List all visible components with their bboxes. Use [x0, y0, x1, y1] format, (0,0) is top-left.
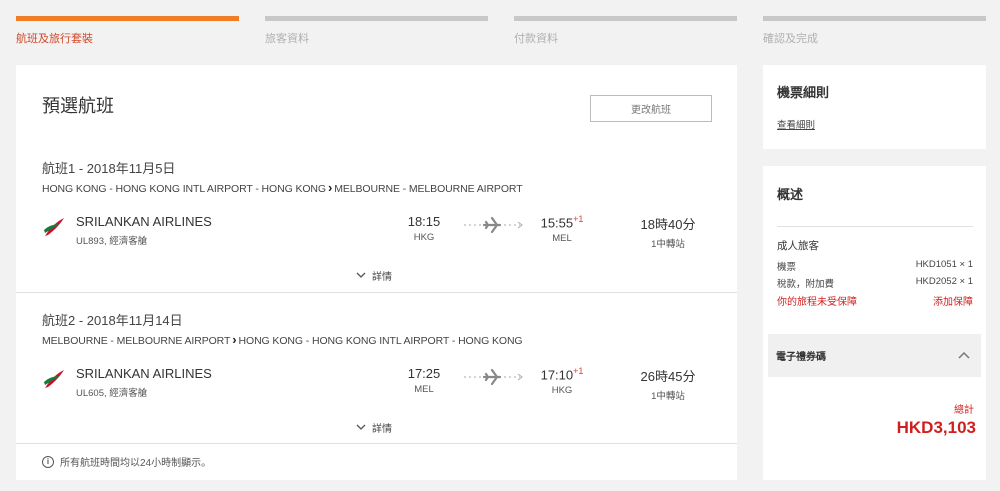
booking-progress: 航班及旅行套裝 旅客資料 付款資料 確認及完成 — [16, 16, 988, 46]
route-origin: MELBOURNE - MELBOURNE AIRPORT — [42, 335, 231, 347]
footnote-text: 所有航班時間均以24小時制顯示。 — [60, 458, 212, 469]
arrival: 17:10+1 HKG — [532, 366, 592, 396]
arrival-time: 17:10+1 — [540, 366, 584, 383]
duration: 18時40分 1中轉站 — [628, 214, 708, 250]
chevron-right-icon: › — [328, 180, 333, 195]
flight-number: UL893, 經濟客艙 — [76, 236, 148, 247]
chevron-down-icon — [356, 272, 366, 278]
route-destination: MELBOURNE - MELBOURNE AIRPORT — [334, 183, 523, 195]
insurance-row: 你的旅程未受保障 添加保障 — [777, 293, 973, 308]
flight-date: 航班1 - 2018年11月5日 — [42, 161, 176, 176]
step-bar — [514, 16, 737, 21]
ticket-value: HKD1051 × 1 — [915, 259, 973, 270]
day-offset: +1 — [573, 214, 584, 224]
arrival-code: HKG — [551, 385, 573, 397]
summary-title: 概述 — [777, 187, 804, 202]
plane-icon — [464, 216, 523, 234]
step-flights[interactable]: 航班及旅行套裝 — [16, 16, 239, 46]
departure-code: MEL — [414, 384, 434, 395]
chevron-right-icon: › — [232, 332, 237, 347]
info-icon: i — [42, 455, 54, 468]
divider — [16, 443, 737, 444]
flight-route: MELBOURNE - MELBOURNE AIRPORT › HONG KONG … — [42, 332, 523, 347]
departure: 18:15 HKG — [394, 214, 454, 243]
page-title: 預選航班 — [42, 96, 114, 116]
plane-icon — [464, 368, 523, 386]
fare-rules-title: 機票細則 — [777, 85, 830, 100]
details-toggle[interactable]: 詳情 — [356, 268, 392, 283]
ticket-label: 機票 — [777, 262, 797, 273]
step-label: 旅客資料 — [265, 33, 309, 45]
departure-code: HKG — [413, 232, 435, 243]
step-label: 確認及完成 — [763, 33, 818, 45]
srilankan-peacock-icon — [44, 370, 64, 388]
flight-route: HONG KONG - HONG KONG INTL AIRPORT - HON… — [42, 180, 523, 195]
view-rules-link[interactable]: 查看細則 — [777, 117, 815, 131]
selected-flights-panel: 預選航班 更改航班 航班1 - 2018年11月5日 HONG KONG - H… — [16, 65, 737, 480]
total-price: HKD3,103 — [896, 418, 976, 437]
step-label: 航班及旅行套裝 — [16, 33, 93, 45]
arrival-code: MEL — [552, 233, 572, 245]
adult-passenger-label: 成人旅客 — [777, 240, 819, 252]
details-label: 詳情 — [372, 272, 392, 283]
divider — [777, 226, 973, 227]
duration: 26時45分 1中轉站 — [628, 366, 708, 402]
tax-row: 稅款，附加費 HKD2052 × 1 — [777, 276, 973, 290]
time-format-note: i 所有航班時間均以24小時制顯示。 — [42, 454, 211, 469]
tax-value: HKD2052 × 1 — [915, 276, 973, 287]
details-label: 詳情 — [372, 424, 392, 435]
voucher-toggle[interactable]: 電子禮券碼 — [768, 334, 981, 377]
insurance-warning: 你的旅程未受保障 — [777, 297, 857, 308]
route-origin: HONG KONG - HONG KONG INTL AIRPORT - HON… — [42, 183, 326, 195]
departure-time: 18:15 — [407, 214, 441, 229]
stops-count: 1中轉站 — [651, 239, 685, 250]
total-label: 總計 — [954, 405, 974, 416]
departure-time: 17:25 — [407, 366, 441, 381]
price-summary-panel: 概述 成人旅客 機票 HKD1051 × 1 稅款，附加費 HKD2052 × … — [763, 166, 986, 480]
duration-value: 26時45分 — [640, 369, 696, 384]
voucher-label: 電子禮券碼 — [776, 352, 826, 363]
stops-count: 1中轉站 — [651, 391, 685, 402]
airline-name: SRILANKAN AIRLINES — [76, 366, 212, 381]
step-bar — [265, 16, 488, 21]
tax-label: 稅款，附加費 — [777, 279, 835, 290]
departure: 17:25 MEL — [394, 366, 454, 395]
day-offset: +1 — [573, 366, 584, 376]
step-bar — [763, 16, 986, 21]
divider — [16, 292, 737, 293]
airline-name: SRILANKAN AIRLINES — [76, 214, 212, 229]
chevron-up-icon — [958, 351, 970, 359]
details-toggle[interactable]: 詳情 — [356, 420, 392, 435]
route-destination: HONG KONG - HONG KONG INTL AIRPORT - HON… — [238, 335, 523, 347]
step-confirmation: 確認及完成 — [763, 16, 986, 46]
arrival-time: 15:55+1 — [540, 214, 584, 231]
flight-date: 航班2 - 2018年11月14日 — [42, 313, 183, 328]
chevron-down-icon — [356, 424, 366, 430]
step-passengers: 旅客資料 — [265, 16, 488, 46]
change-flight-button[interactable]: 更改航班 — [590, 95, 712, 122]
ticket-row: 機票 HKD1051 × 1 — [777, 259, 973, 273]
step-label: 付款資料 — [514, 33, 558, 45]
step-payment: 付款資料 — [514, 16, 737, 46]
flight-number: UL605, 經濟客艙 — [76, 388, 148, 399]
add-insurance-link[interactable]: 添加保障 — [933, 293, 973, 308]
duration-value: 18時40分 — [640, 217, 696, 232]
arrival: 15:55+1 MEL — [532, 214, 592, 244]
srilankan-peacock-icon — [44, 218, 64, 236]
step-bar — [16, 16, 239, 21]
fare-rules-panel: 機票細則 查看細則 — [763, 65, 986, 149]
